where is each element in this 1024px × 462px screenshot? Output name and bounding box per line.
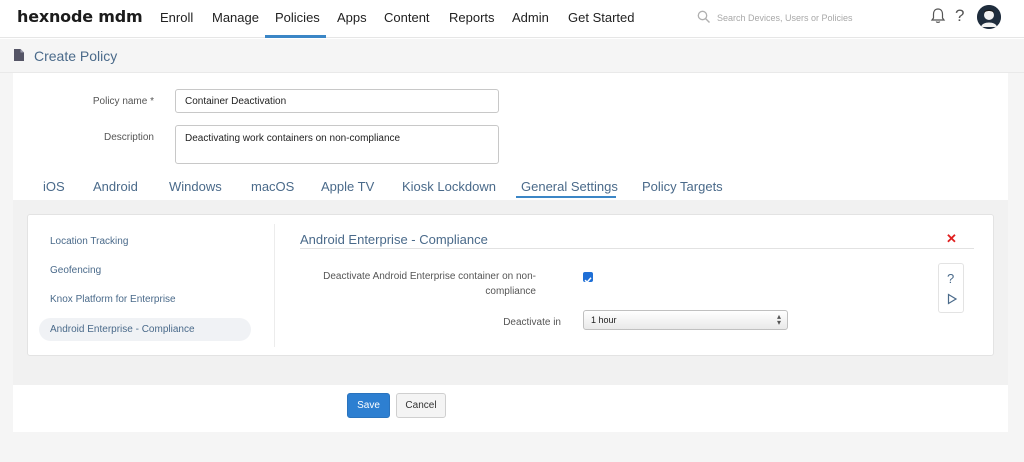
help-panel: ? [938,263,964,313]
tab-android[interactable]: Android [93,179,138,194]
tab-general-settings[interactable]: General Settings [521,179,618,194]
description-field[interactable]: Deactivating work containers on non-comp… [175,125,499,164]
nav-manage[interactable]: Manage [212,10,259,25]
help-question-icon[interactable]: ? [947,271,954,286]
tab-policy-targets[interactable]: Policy Targets [642,179,723,194]
deactivate-in-label: Deactivate in [503,317,561,328]
save-button[interactable]: Save [347,393,390,418]
cancel-button[interactable]: Cancel [396,393,446,418]
tab-kiosk-lockdown[interactable]: Kiosk Lockdown [402,179,496,194]
hexnode-logo[interactable]: hexnode mdm [17,7,143,26]
play-video-icon[interactable] [946,293,958,305]
deactivate-container-label: Deactivate Android Enterprise container … [300,269,536,299]
left-gutter [0,73,13,435]
sidebar-item-knox-platform[interactable]: Knox Platform for Enterprise [50,294,176,305]
document-icon [14,49,24,61]
nav-get-started[interactable]: Get Started [568,10,634,25]
section-divider [300,248,974,249]
section-title: Android Enterprise - Compliance [300,232,488,247]
deactivate-in-select[interactable]: 1 hour ▴ ▾ [583,310,788,330]
close-icon[interactable]: ✕ [946,231,957,247]
policy-name-input[interactable] [175,89,499,113]
page-footer [0,432,1024,462]
nav-apps[interactable]: Apps [337,10,367,25]
sidebar-item-geofencing[interactable]: Geofencing [50,265,101,276]
sidebar-item-location-tracking[interactable]: Location Tracking [50,236,128,247]
nav-policies[interactable]: Policies [275,10,320,25]
right-gutter [1008,73,1024,435]
deactivate-container-checkbox[interactable] [583,272,593,284]
page-header: Create Policy [0,39,1024,73]
select-arrows-icon: ▴ ▾ [776,312,781,327]
avatar[interactable] [977,5,1001,29]
bell-icon[interactable] [930,7,946,25]
search-input[interactable] [717,9,897,27]
page-title: Create Policy [34,48,118,64]
deactivate-container-label-line2: compliance [485,286,536,297]
nav-reports[interactable]: Reports [449,10,495,25]
top-navbar: hexnode mdm Enroll Manage Policies Apps … [0,0,1024,38]
tab-windows[interactable]: Windows [169,179,222,194]
user-avatar-icon [977,5,1001,29]
checkmark-icon [584,277,592,284]
description-label: Description [103,132,154,143]
deactivate-in-value: 1 hour [591,315,617,325]
search-icon [697,10,710,23]
nav-content[interactable]: Content [384,10,430,25]
deactivate-container-label-line1: Deactivate Android Enterprise container … [323,271,536,282]
tab-macos[interactable]: macOS [251,179,294,194]
active-tab-indicator [516,196,616,198]
active-nav-indicator [265,35,326,38]
global-search[interactable] [697,9,897,27]
tab-ios[interactable]: iOS [43,179,65,194]
sidebar-divider [274,224,275,347]
policy-name-label: Policy name * [92,96,154,107]
tab-apple-tv[interactable]: Apple TV [321,179,374,194]
help-icon[interactable]: ? [955,6,964,26]
sidebar-item-android-enterprise-compliance[interactable]: Android Enterprise - Compliance [50,324,195,335]
nav-enroll[interactable]: Enroll [160,10,193,25]
nav-admin[interactable]: Admin [512,10,549,25]
